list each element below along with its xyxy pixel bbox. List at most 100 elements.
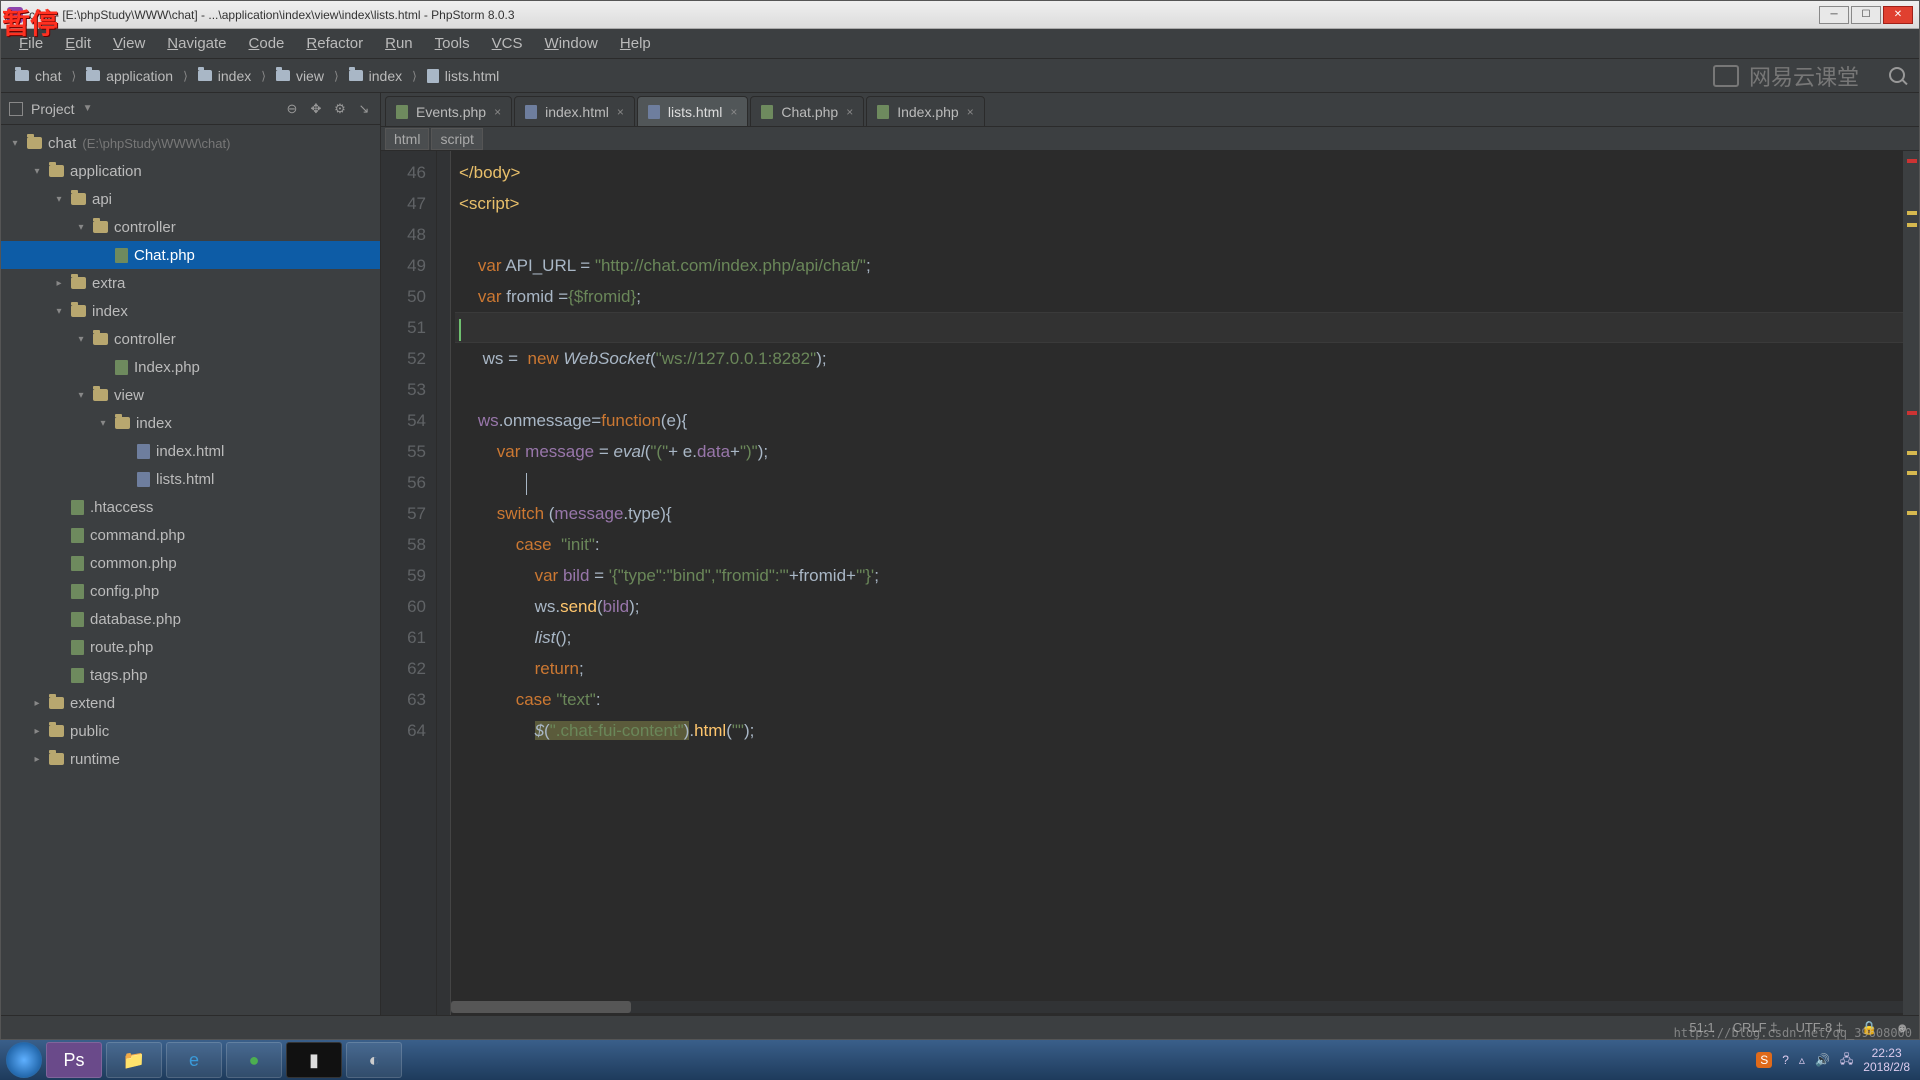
horizontal-scrollbar[interactable]: [451, 1001, 1903, 1013]
crumb-lists-html[interactable]: lists.html: [421, 66, 505, 86]
close-icon[interactable]: ×: [617, 105, 624, 119]
tree-item-api[interactable]: ▾api: [1, 185, 380, 213]
fold-column[interactable]: [437, 151, 451, 1015]
tree-item-controller[interactable]: ▾controller: [1, 213, 380, 241]
start-button[interactable]: [6, 1042, 42, 1078]
tree-item-extend[interactable]: ▸extend: [1, 689, 380, 717]
tree-item-extra[interactable]: ▸extra: [1, 269, 380, 297]
tree-item-index-html[interactable]: index.html: [1, 437, 380, 465]
editor-crumb-script[interactable]: script: [431, 128, 482, 150]
code-line-55[interactable]: var message = eval("("+ e.data+")");: [455, 436, 1903, 467]
crumb-index[interactable]: index: [192, 66, 257, 86]
menu-navigate[interactable]: Navigate: [157, 32, 236, 55]
code-line-52[interactable]: ws = new WebSocket("ws://127.0.0.1:8282"…: [455, 343, 1903, 374]
expand-icon[interactable]: ▾: [9, 138, 21, 149]
code-line-50[interactable]: var fromid ={$fromid};: [455, 281, 1903, 312]
tree-item-public[interactable]: ▸public: [1, 717, 380, 745]
code-line-51[interactable]: [455, 312, 1903, 343]
collapse-icon[interactable]: ⊖: [284, 101, 300, 117]
tray-volume-icon[interactable]: 🔊: [1815, 1053, 1830, 1067]
menu-tools[interactable]: Tools: [425, 32, 480, 55]
tree-item-chat[interactable]: ▾chat (E:\phpStudy\WWW\chat): [1, 129, 380, 157]
code-line-59[interactable]: var bild = '{"type":"bind","fromid":"'+f…: [455, 560, 1903, 591]
close-icon[interactable]: ×: [846, 105, 853, 119]
taskbar-app-wechat[interactable]: ●: [226, 1042, 282, 1078]
close-icon[interactable]: ×: [730, 105, 737, 119]
expand-icon[interactable]: ▾: [75, 222, 87, 233]
crumb-application[interactable]: application: [80, 66, 179, 86]
tree-item-database-php[interactable]: database.php: [1, 605, 380, 633]
expand-icon[interactable]: ▾: [53, 194, 65, 205]
tray-network-icon[interactable]: 🖧: [1840, 1050, 1853, 1071]
code-editor[interactable]: 46474849505152535455565758596061626364 <…: [381, 151, 1919, 1015]
tab-Events-php[interactable]: Events.php×: [385, 96, 512, 126]
expand-icon[interactable]: ▾: [75, 334, 87, 345]
tree-item-route-php[interactable]: route.php: [1, 633, 380, 661]
tab-Index-php[interactable]: Index.php×: [866, 96, 985, 126]
code-line-53[interactable]: [455, 374, 1903, 405]
tab-lists-html[interactable]: lists.html×: [637, 96, 748, 126]
close-button[interactable]: ✕: [1883, 6, 1913, 24]
tab-index-html[interactable]: index.html×: [514, 96, 635, 126]
project-view-icon[interactable]: [9, 102, 23, 116]
tree-item-common-php[interactable]: common.php: [1, 549, 380, 577]
crumb-view[interactable]: view: [270, 66, 330, 86]
tree-item-command-php[interactable]: command.php: [1, 521, 380, 549]
taskbar-clock[interactable]: 22:23 2018/2/8: [1863, 1046, 1910, 1074]
tree-item-lists-html[interactable]: lists.html: [1, 465, 380, 493]
expand-icon[interactable]: ▾: [97, 418, 109, 429]
taskbar-app-cmd[interactable]: ▮: [286, 1042, 342, 1078]
code-line-57[interactable]: switch (message.type){: [455, 498, 1903, 529]
tree-item-application[interactable]: ▾application: [1, 157, 380, 185]
taskbar-app-obs[interactable]: ◐: [346, 1042, 402, 1078]
code-line-63[interactable]: case "text":: [455, 684, 1903, 715]
code-line-64[interactable]: $(".chat-fui-content").html("");: [455, 715, 1903, 746]
code-line-58[interactable]: case "init":: [455, 529, 1903, 560]
error-marker[interactable]: [1907, 411, 1917, 415]
expand-icon[interactable]: ▸: [31, 698, 43, 709]
tree-item-controller[interactable]: ▾controller: [1, 325, 380, 353]
menu-help[interactable]: Help: [610, 32, 661, 55]
tree-item-Chat-php[interactable]: Chat.php: [1, 241, 380, 269]
expand-icon[interactable]: ▾: [31, 166, 43, 177]
close-icon[interactable]: ×: [967, 105, 974, 119]
tray-icon[interactable]: S: [1756, 1052, 1772, 1068]
tree-item-runtime[interactable]: ▸runtime: [1, 745, 380, 773]
crumb-chat[interactable]: chat: [9, 66, 67, 86]
gear-icon[interactable]: ⚙: [332, 101, 348, 117]
maximize-button[interactable]: ☐: [1851, 6, 1881, 24]
tree-item-index[interactable]: ▾index: [1, 297, 380, 325]
code-line-62[interactable]: return;: [455, 653, 1903, 684]
warn-marker[interactable]: [1907, 511, 1917, 515]
tree-item-tags-php[interactable]: tags.php: [1, 661, 380, 689]
menu-view[interactable]: View: [103, 32, 155, 55]
tree-item-index[interactable]: ▾index: [1, 409, 380, 437]
code-line-60[interactable]: ws.send(bild);: [455, 591, 1903, 622]
tab-Chat-php[interactable]: Chat.php×: [750, 96, 864, 126]
menu-run[interactable]: Run: [375, 32, 423, 55]
warn-marker[interactable]: [1907, 211, 1917, 215]
menu-edit[interactable]: Edit: [55, 32, 101, 55]
expand-icon[interactable]: ▸: [53, 278, 65, 289]
warn-marker[interactable]: [1907, 223, 1917, 227]
menu-window[interactable]: Window: [535, 32, 608, 55]
locate-icon[interactable]: ✥: [308, 101, 324, 117]
search-icon[interactable]: [1889, 67, 1905, 83]
error-stripe[interactable]: [1903, 151, 1919, 1015]
hide-icon[interactable]: ↘: [356, 101, 372, 117]
code-line-49[interactable]: var API_URL = "http://chat.com/index.php…: [455, 250, 1903, 281]
code-line-46[interactable]: </body>: [455, 157, 1903, 188]
tree-item--htaccess[interactable]: .htaccess: [1, 493, 380, 521]
code-line-56[interactable]: [455, 467, 1903, 498]
scrollbar-thumb[interactable]: [451, 1001, 631, 1013]
close-icon[interactable]: ×: [494, 105, 501, 119]
system-tray[interactable]: S ? ▵ 🔊 🖧 22:23 2018/2/8: [1756, 1046, 1916, 1074]
taskbar-app-ie[interactable]: e: [166, 1042, 222, 1078]
menu-code[interactable]: Code: [239, 32, 295, 55]
warn-marker[interactable]: [1907, 451, 1917, 455]
crumb-index[interactable]: index: [343, 66, 408, 86]
code-line-47[interactable]: <script>: [455, 188, 1903, 219]
taskbar-app-phpstorm[interactable]: Ps: [46, 1042, 102, 1078]
error-marker[interactable]: [1907, 159, 1917, 163]
tray-help-icon[interactable]: ?: [1782, 1053, 1789, 1067]
